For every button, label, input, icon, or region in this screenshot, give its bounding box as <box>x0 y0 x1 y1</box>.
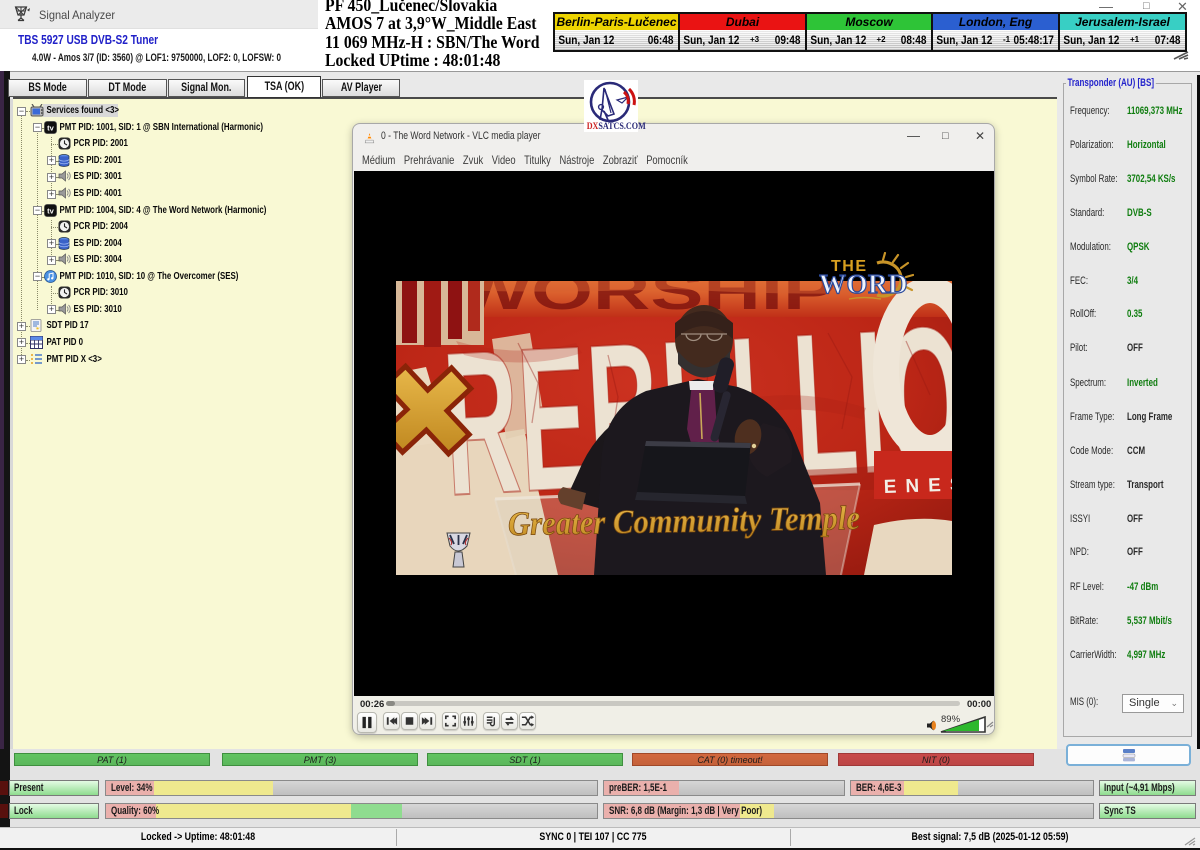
svg-text:tv: tv <box>47 124 54 133</box>
svg-text:WORD: WORD <box>819 269 908 299</box>
svg-text:tv: tv <box>47 207 54 216</box>
svg-text:Greater Community Temple: Greater Community Temple <box>508 500 861 543</box>
svg-text:ENESI: ENESI <box>883 473 952 498</box>
